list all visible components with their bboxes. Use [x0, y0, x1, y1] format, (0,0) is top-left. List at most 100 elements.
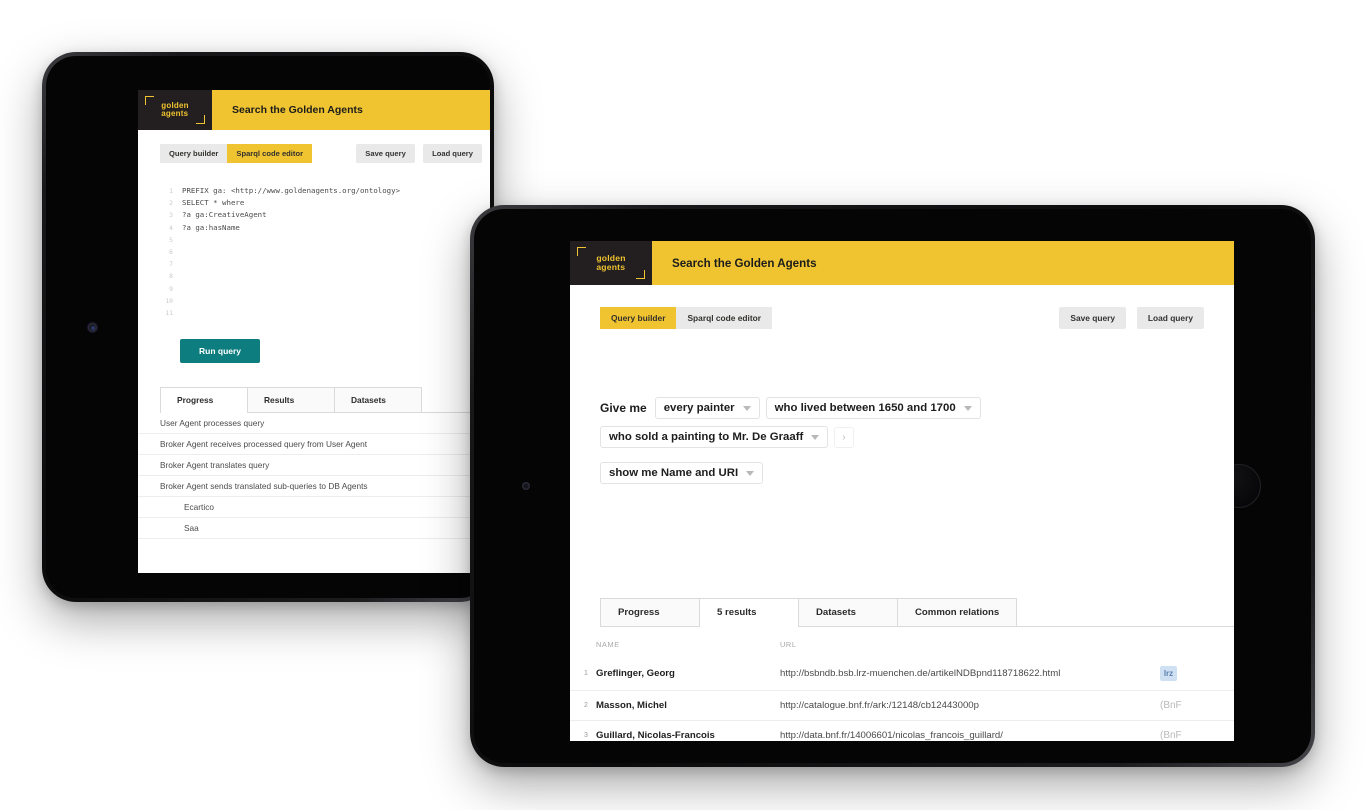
code-line-number: 2	[169, 199, 173, 208]
tab-query-builder-back[interactable]: Query builder	[160, 144, 228, 163]
result-tab-results[interactable]: Results	[247, 387, 335, 413]
table-row[interactable]: 3 Guillard, Nicolas-Francois http://data.b…	[570, 721, 1234, 741]
query-chip[interactable]: every painter	[654, 397, 760, 419]
page-title-front: Search the Golden Agents	[652, 241, 1234, 285]
code-line: 6	[160, 246, 490, 258]
source-label: (BnF	[1160, 700, 1182, 711]
query-actions-back: Save query Load query	[350, 144, 482, 163]
result-tab-5-results[interactable]: 5 results	[699, 598, 799, 627]
tablet-device-back: golden agents Search the Golden Agents Q…	[42, 52, 494, 602]
result-tab-datasets[interactable]: Datasets	[798, 598, 898, 626]
code-line-number: 4	[169, 223, 173, 232]
row-source: lrz	[1160, 666, 1234, 681]
app-header-back: golden agents Search the Golden Agents	[138, 90, 490, 130]
builder-lead-label: Give me	[600, 401, 647, 415]
save-query-button-front[interactable]: Save query	[1059, 307, 1127, 329]
code-line-text: ?a ga:CreativeAgent	[182, 210, 267, 220]
query-actions-front: Save query Load query	[1051, 307, 1204, 329]
result-tab-datasets[interactable]: Datasets	[334, 387, 422, 413]
row-index: 2	[584, 702, 588, 709]
toolbar-front: Query builder Sparql code editor Save qu…	[570, 285, 1234, 329]
row-url[interactable]: http://bsbndb.bsb.lrz-muenchen.de/artike…	[780, 668, 1160, 679]
tablet-back-bezel: golden agents Search the Golden Agents Q…	[46, 56, 490, 598]
query-chip[interactable]: who sold a painting to Mr. De Graaff	[600, 426, 829, 448]
golden-agents-logo-back[interactable]: golden agents	[138, 90, 212, 130]
golden-agents-logo-front[interactable]: golden agents	[570, 241, 652, 285]
load-query-button-front[interactable]: Load query	[1136, 307, 1204, 329]
logo-text-back: golden agents	[161, 101, 189, 119]
source-badge-lrz-icon: lrz	[1160, 666, 1177, 681]
tab-sparql-editor-front[interactable]: Sparql code editor	[676, 307, 772, 329]
code-line-number: 5	[169, 235, 173, 244]
results-table-header: NAME URL	[570, 627, 1234, 657]
add-condition-arrow-icon[interactable]: ›	[834, 426, 854, 448]
golden-agents-app-front: golden agents Search the Golden Agents Q…	[570, 241, 1234, 741]
row-name: Guillard, Nicolas-Francois	[596, 730, 715, 741]
code-line-text: ?a ga:hasName	[182, 222, 240, 232]
progress-row: Ecartico	[138, 497, 490, 519]
golden-agents-app-back: golden agents Search the Golden Agents Q…	[138, 90, 490, 573]
result-tabs-front: Progress 5 results Datasets Common relation…	[600, 598, 1234, 627]
query-chip-label: who lived between 1650 and 1700	[774, 402, 956, 414]
table-row[interactable]: 1 Greflinger, Georg http://bsbndb.bsb.lrz-…	[570, 657, 1234, 691]
code-line: 8	[160, 270, 490, 282]
code-line-number: 8	[169, 272, 173, 281]
logo-line-2: agents	[161, 109, 189, 118]
result-tab-progress[interactable]: Progress	[600, 598, 700, 626]
row-url[interactable]: http://data.bnf.fr/14006601/nicolas_fran…	[780, 730, 1160, 741]
row-url[interactable]: http://catalogue.bnf.fr/ark:/12148/cb124…	[780, 700, 1160, 711]
row-name: Masson, Michel	[596, 700, 667, 711]
row-index: 3	[584, 732, 588, 739]
mode-tabs-front: Query builder Sparql code editor	[600, 307, 772, 329]
page-title-back: Search the Golden Agents	[212, 90, 490, 130]
progress-row: Broker Agent receives processed query fr…	[138, 434, 490, 456]
run-query-button-back[interactable]: Run query	[180, 339, 261, 364]
chevron-down-icon	[963, 405, 972, 411]
results-index-header	[570, 640, 596, 649]
code-line-number: 10	[165, 296, 173, 305]
progress-row: User Agent processes query	[138, 413, 490, 435]
column-header-source	[1160, 640, 1234, 649]
result-tab-common-relations[interactable]: Common relations	[897, 598, 1018, 626]
query-chip[interactable]: who lived between 1650 and 1700	[765, 397, 981, 419]
logo-bracket-top-left-icon	[145, 96, 154, 105]
result-tabs-back: Progress Results Datasets	[160, 387, 490, 414]
chevron-down-icon	[811, 434, 820, 440]
code-line-number: 7	[169, 260, 173, 269]
tablet-device-front: golden agents Search the Golden Agents Q…	[470, 205, 1315, 767]
toolbar-back: Query builder Sparql code editor Save qu…	[138, 130, 490, 163]
code-line-number: 9	[169, 284, 173, 293]
tablet-back-screen: golden agents Search the Golden Agents Q…	[138, 90, 490, 573]
chevron-down-icon	[746, 470, 755, 476]
source-label: (BnF	[1160, 730, 1182, 741]
table-row[interactable]: 2 Masson, Michel http://catalogue.bnf.fr/a…	[570, 691, 1234, 721]
code-line: 9	[160, 283, 490, 295]
tab-sparql-editor-back[interactable]: Sparql code editor	[227, 144, 313, 163]
logo-bracket-top-left-icon-front	[577, 247, 586, 256]
code-line: 11	[160, 307, 490, 319]
save-query-button-back[interactable]: Save query	[356, 144, 415, 163]
row-index: 1	[584, 670, 588, 677]
result-tab-progress[interactable]: Progress	[160, 387, 248, 414]
results-table-body: 1 Greflinger, Georg http://bsbndb.bsb.lrz-…	[570, 657, 1234, 741]
row-name: Greflinger, Georg	[596, 668, 675, 679]
progress-row: Broker Agent sends translated sub-querie…	[138, 476, 490, 498]
sparql-code-editor-back[interactable]: 1 PREFIX ga: <http://www.goldenagents.org…	[160, 185, 490, 319]
output-chip[interactable]: show me Name and URI	[600, 462, 764, 484]
code-line: 10	[160, 295, 490, 307]
load-query-button-back[interactable]: Load query	[423, 144, 482, 163]
mode-tabs-back: Query builder Sparql code editor	[160, 144, 313, 163]
column-header-name: NAME	[596, 640, 620, 649]
tab-query-builder-front[interactable]: Query builder	[600, 307, 677, 329]
tablet-front-bezel: golden agents Search the Golden Agents Q…	[474, 209, 1311, 763]
query-chip-label: who sold a painting to Mr. De Graaff	[609, 431, 804, 443]
chevron-down-icon	[742, 405, 751, 411]
row-source: (BnF	[1160, 700, 1234, 711]
code-line: 7	[160, 258, 490, 270]
progress-row: Saa	[138, 518, 490, 540]
front-camera-icon-front	[522, 482, 530, 490]
progress-row: Broker Agent translates query	[138, 455, 490, 477]
code-line: 3 ?a ga:CreativeAgent	[160, 209, 490, 221]
code-line-number: 1	[169, 187, 173, 195]
code-line-number: 6	[169, 248, 173, 257]
